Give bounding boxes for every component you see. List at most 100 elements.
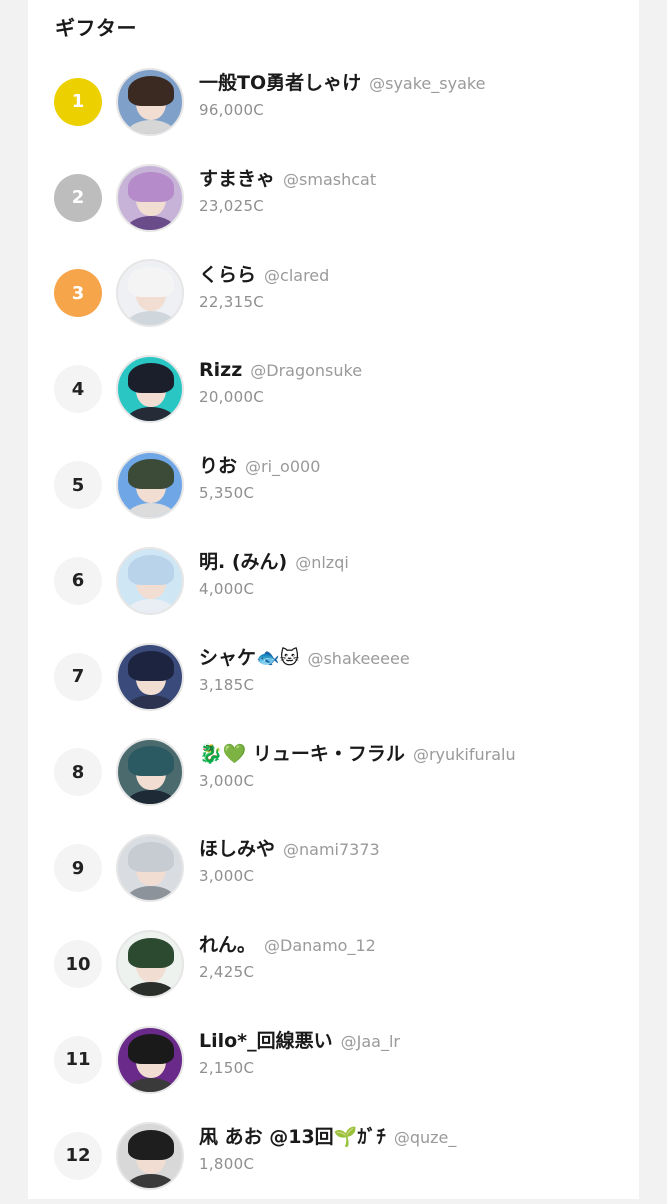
- avatar[interactable]: [116, 1121, 184, 1190]
- rank-badge: 3: [54, 269, 102, 318]
- rank-badge: 7: [54, 652, 102, 701]
- gifter-name[interactable]: Rizz: [199, 359, 242, 381]
- gifter-name[interactable]: 🐉💚 リューキ・フラル: [199, 743, 405, 765]
- avatar-body-shape: [126, 1173, 176, 1188]
- rank-badge: 5: [54, 461, 102, 510]
- avatar-body-shape: [126, 407, 176, 422]
- gifter-list: 1 一般TO勇者しゃけ @syake_syake 96,000C 2 すまきゃ @smash…: [28, 54, 639, 1204]
- name-line: くらら @clared: [199, 260, 329, 290]
- gifter-handle[interactable]: @clared: [264, 266, 329, 285]
- gifter-row[interactable]: 1 一般TO勇者しゃけ @syake_syake 96,000C: [28, 54, 639, 150]
- gifter-name[interactable]: 一般TO勇者しゃけ: [199, 72, 361, 94]
- gifter-info: れん。 @Danamo_12 2,425C: [199, 930, 376, 981]
- gifter-handle[interactable]: @syake_syake: [369, 74, 485, 93]
- avatar-body-shape: [126, 1077, 176, 1092]
- gifter-row[interactable]: 6 明. (みん) @nlzqi 4,000C: [28, 533, 639, 629]
- gift-amount: 23,025C: [199, 196, 265, 215]
- gifter-info: 凩 あお @13回🌱ｶﾞﾁ @quze_ 1,800C: [199, 1122, 456, 1173]
- gifter-name[interactable]: ほしみや: [199, 838, 275, 860]
- avatar[interactable]: [116, 834, 184, 903]
- gifter-handle[interactable]: @ryukifuralu: [413, 745, 516, 764]
- avatar-body-shape: [126, 790, 176, 805]
- name-line: 一般TO勇者しゃけ @syake_syake: [199, 68, 485, 98]
- avatar[interactable]: [116, 451, 184, 520]
- gifter-row[interactable]: 5 りお @ri_o000 5,350C: [28, 437, 639, 533]
- avatar[interactable]: [116, 546, 184, 615]
- rank-badge: 2: [54, 173, 102, 222]
- avatar-hair-shape: [128, 650, 174, 681]
- name-line: Rizz @Dragonsuke: [199, 355, 362, 385]
- avatar[interactable]: [116, 259, 184, 328]
- gifter-row[interactable]: 3 くらら @clared 22,315C: [28, 246, 639, 342]
- avatar[interactable]: [116, 163, 184, 232]
- avatar[interactable]: [116, 642, 184, 711]
- gift-amount: 2,150C: [199, 1058, 255, 1077]
- avatar-body-shape: [126, 311, 176, 326]
- gift-amount: 96,000C: [199, 101, 265, 119]
- gifter-handle[interactable]: @quze_: [394, 1128, 457, 1147]
- gifter-handle[interactable]: @smashcat: [283, 170, 376, 189]
- gifter-row[interactable]: 11 Lilo*_回線悪い @Jaa_lr 2,150C: [28, 1012, 639, 1108]
- avatar[interactable]: [116, 930, 184, 999]
- gift-amount: 3,000C: [199, 771, 255, 790]
- name-line: 凩 あお @13回🌱ｶﾞﾁ @quze_: [199, 1122, 456, 1152]
- avatar-hair-shape: [128, 1033, 174, 1064]
- gifter-handle[interactable]: @ri_o000: [245, 457, 320, 476]
- gifter-name[interactable]: くらら: [199, 264, 256, 286]
- section-title: ギフター: [55, 16, 137, 40]
- gift-amount: 1,800C: [199, 1154, 255, 1173]
- gifter-row[interactable]: 2 すまきゃ @smashcat 23,025C: [28, 150, 639, 246]
- name-line: れん。 @Danamo_12: [199, 930, 376, 960]
- gifter-name[interactable]: すまきゃ: [199, 168, 275, 190]
- rank-badge: 11: [54, 1035, 102, 1084]
- name-line: りお @ri_o000: [199, 451, 320, 481]
- gifter-row[interactable]: 4 Rizz @Dragonsuke 20,000C: [28, 341, 639, 437]
- avatar[interactable]: [116, 355, 184, 424]
- rank-badge: 12: [54, 1131, 102, 1180]
- gift-amount: 22,315C: [199, 292, 265, 311]
- avatar-hair-shape: [128, 554, 174, 585]
- name-line: 明. (みん) @nlzqi: [199, 547, 349, 577]
- gifter-handle[interactable]: @nlzqi: [295, 553, 349, 572]
- gifter-handle[interactable]: @Danamo_12: [264, 936, 376, 955]
- gifter-panel: ギフター 1 一般TO勇者しゃけ @syake_syake 96,000C 2 すまきゃ @…: [28, 0, 639, 1199]
- gifter-info: りお @ri_o000 5,350C: [199, 451, 320, 502]
- avatar-body-shape: [126, 694, 176, 709]
- name-line: Lilo*_回線悪い @Jaa_lr: [199, 1026, 400, 1056]
- gifter-name[interactable]: シャケ🐟🐱: [199, 647, 299, 669]
- avatar-body-shape: [126, 886, 176, 901]
- avatar-body-shape: [126, 215, 176, 230]
- gifter-handle[interactable]: @nami7373: [283, 840, 380, 859]
- avatar-body-shape: [126, 503, 176, 518]
- avatar[interactable]: [116, 738, 184, 807]
- gifter-info: 🐉💚 リューキ・フラル @ryukifuralu 3,000C: [199, 739, 516, 790]
- gifter-handle[interactable]: @Dragonsuke: [250, 361, 362, 380]
- gifter-name[interactable]: Lilo*_回線悪い: [199, 1030, 333, 1052]
- gift-amount: 5,350C: [199, 484, 255, 503]
- name-line: 🐉💚 リューキ・フラル @ryukifuralu: [199, 739, 516, 769]
- gifter-info: Rizz @Dragonsuke 20,000C: [199, 355, 362, 406]
- avatar-hair-shape: [128, 459, 174, 490]
- name-line: ほしみや @nami7373: [199, 834, 380, 864]
- gifter-name[interactable]: りお: [199, 455, 237, 477]
- avatar[interactable]: [116, 1025, 184, 1094]
- gifter-handle[interactable]: @Jaa_lr: [341, 1032, 400, 1051]
- rank-badge: 9: [54, 844, 102, 893]
- gift-amount: 3,000C: [199, 867, 255, 886]
- gifter-row[interactable]: 9 ほしみや @nami7373 3,000C: [28, 820, 639, 916]
- gifter-name[interactable]: れん。: [199, 934, 256, 956]
- gifter-row[interactable]: 10 れん。 @Danamo_12 2,425C: [28, 916, 639, 1012]
- avatar-hair-shape: [128, 363, 174, 394]
- avatar-hair-shape: [128, 938, 174, 969]
- gifter-name[interactable]: 明. (みん): [199, 551, 287, 573]
- gifter-row[interactable]: 8 🐉💚 リューキ・フラル @ryukifuralu 3,000C: [28, 725, 639, 821]
- gift-amount: 2,425C: [199, 963, 255, 982]
- avatar[interactable]: [116, 67, 184, 136]
- gifter-row[interactable]: 7 シャケ🐟🐱 @shakeeeee 3,185C: [28, 629, 639, 725]
- gifter-name[interactable]: 凩 あお @13回🌱ｶﾞﾁ: [199, 1126, 386, 1148]
- gifter-row[interactable]: 12 凩 あお @13回🌱ｶﾞﾁ @quze_ 1,800C: [28, 1108, 639, 1204]
- gifter-handle[interactable]: @shakeeeee: [307, 649, 409, 668]
- gift-amount: 3,185C: [199, 675, 255, 694]
- gift-amount: 4,000C: [199, 579, 255, 598]
- avatar-hair-shape: [128, 746, 174, 777]
